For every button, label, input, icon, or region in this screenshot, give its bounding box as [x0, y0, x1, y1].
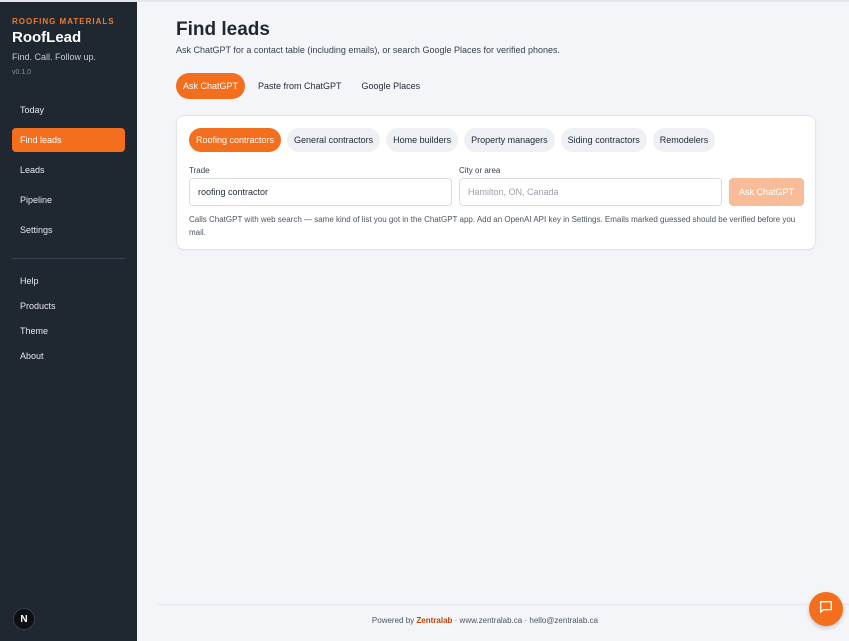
- chip-remodelers[interactable]: Remodelers: [652, 128, 716, 152]
- footer-separator: ·: [454, 616, 458, 625]
- footer-separator: ·: [524, 616, 528, 625]
- footer-email-link[interactable]: hello@zentralab.ca: [529, 616, 598, 625]
- nav-divider: [12, 258, 125, 259]
- page-subtitle: Ask ChatGPT for a contact table (includi…: [176, 45, 561, 55]
- nav-item-products[interactable]: Products: [12, 295, 125, 317]
- secondary-nav: Help Products Theme About: [12, 270, 125, 370]
- primary-nav: Today Find leads Leads Pipeline Settings: [12, 98, 125, 248]
- app-tagline: Find. Call. Follow up.: [12, 52, 97, 62]
- nav-item-leads[interactable]: Leads: [12, 158, 125, 182]
- footer-divider: [158, 604, 849, 605]
- chip-roofing-contractors[interactable]: Roofing contractors: [189, 128, 282, 152]
- mode-tabs: Ask ChatGPT Paste from ChatGPT Google Pl…: [176, 73, 427, 99]
- nav-item-help[interactable]: Help: [12, 270, 125, 292]
- page-title: Find leads: [176, 19, 270, 40]
- trade-presets: Roofing contractors General contractors …: [189, 128, 716, 152]
- trade-input[interactable]: [189, 178, 452, 206]
- n-avatar-icon[interactable]: N: [13, 608, 35, 630]
- ask-chatgpt-button[interactable]: Ask ChatGPT: [729, 178, 804, 206]
- nav-item-pipeline[interactable]: Pipeline: [12, 188, 125, 212]
- sidebar: ROOFING MATERIALS RoofLead Find. Call. F…: [0, 2, 137, 641]
- tab-ask-chatgpt[interactable]: Ask ChatGPT: [176, 73, 246, 99]
- chat-button[interactable]: [809, 592, 843, 626]
- chat-bubble-icon: [818, 599, 834, 620]
- chip-siding-contractors[interactable]: Siding contractors: [560, 128, 647, 152]
- app-version: v0.1.0: [12, 69, 32, 76]
- nav-item-theme[interactable]: Theme: [12, 320, 125, 342]
- chip-property-managers[interactable]: Property managers: [464, 128, 555, 152]
- help-text: Calls ChatGPT with web search — same kin…: [189, 215, 796, 237]
- footer-brand-link[interactable]: Zentralab: [416, 616, 452, 625]
- nav-item-settings[interactable]: Settings: [12, 218, 125, 242]
- chip-home-builders[interactable]: Home builders: [386, 128, 459, 152]
- nav-item-find-leads[interactable]: Find leads: [12, 128, 125, 152]
- tab-paste-from-chatgpt[interactable]: Paste from ChatGPT: [251, 73, 349, 99]
- nav-item-today[interactable]: Today: [12, 98, 125, 122]
- footer-site-link[interactable]: www.zentralab.ca: [460, 616, 523, 625]
- ask-chatgpt-card: Roofing contractors General contractors …: [176, 115, 816, 250]
- nav-item-about[interactable]: About: [12, 345, 125, 367]
- trade-label: Trade: [189, 166, 210, 175]
- tab-google-places[interactable]: Google Places: [355, 73, 428, 99]
- app-name: RoofLead: [12, 29, 82, 46]
- city-label: City or area: [459, 166, 501, 175]
- brand-eyebrow: ROOFING MATERIALS: [12, 17, 115, 26]
- city-input[interactable]: [459, 178, 722, 206]
- footer: Powered by Zentralab · www.zentralab.ca …: [158, 616, 598, 625]
- chip-general-contractors[interactable]: General contractors: [287, 128, 381, 152]
- footer-prefix: Powered by: [371, 616, 415, 625]
